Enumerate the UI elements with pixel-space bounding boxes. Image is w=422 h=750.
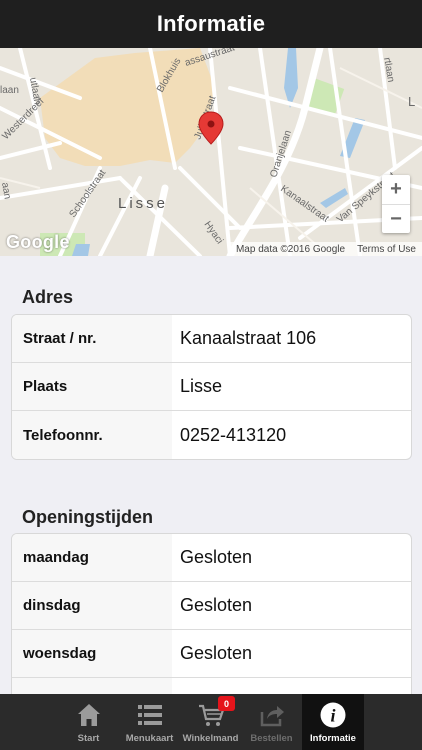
- address-table: Straat / nr. Kanaalstraat 106 Plaats Lis…: [11, 314, 412, 460]
- row-value: Gesloten: [180, 643, 253, 663]
- tab-label: Start: [77, 733, 100, 744]
- map-label: aan: [0, 182, 13, 200]
- terms-link[interactable]: Terms of Use: [357, 244, 416, 255]
- table-row: Plaats Lisse: [12, 363, 411, 411]
- tab-bar: Start Menukaart Winkelmand 0 Bestellen i…: [0, 694, 422, 750]
- map-label: Hyaci: [202, 219, 225, 246]
- tab-start[interactable]: Start: [58, 694, 119, 750]
- map-tiles[interactable]: utlaan laan Westerdreef aan Schoolstraat…: [0, 48, 422, 256]
- table-row: [12, 678, 411, 694]
- nav-bar: Informatie: [0, 0, 422, 48]
- tab-label: Winkelmand: [182, 733, 239, 744]
- home-icon: [77, 704, 100, 726]
- hours-section-title: Openingstijden: [22, 507, 154, 527]
- row-key: Telefoonnr.: [12, 411, 172, 459]
- map-label: laan: [0, 85, 19, 96]
- tab-label: Informatie: [310, 733, 356, 744]
- google-logo: Google: [6, 232, 70, 252]
- table-row[interactable]: Telefoonnr. 0252-413120: [12, 411, 411, 459]
- share-icon: [260, 706, 284, 727]
- zoom-in-button[interactable]: +: [382, 175, 410, 204]
- row-key: maandag: [12, 534, 172, 581]
- info-content[interactable]: Adres Straat / nr. Kanaalstraat 106 Plaa…: [0, 256, 422, 694]
- map-attribution: Map data ©2016 Google Terms of Use: [229, 242, 422, 256]
- table-row: dinsdag Gesloten: [12, 582, 411, 630]
- address-section-title: Adres: [22, 287, 74, 307]
- hours-table: maandag Gesloten dinsdag Gesloten woensd…: [11, 533, 412, 694]
- svg-text:i: i: [330, 706, 335, 726]
- table-row: woensdag Gesloten: [12, 630, 411, 678]
- row-key: woensdag: [12, 630, 172, 677]
- zoom-control: + −: [382, 175, 410, 233]
- tab-label: Bestellen: [250, 733, 293, 744]
- tab-bestellen[interactable]: Bestellen: [241, 694, 302, 750]
- zoom-out-button[interactable]: −: [382, 205, 410, 234]
- row-value: Kanaalstraat 106: [180, 328, 317, 348]
- info-icon: i: [320, 702, 346, 728]
- row-key: dinsdag: [12, 582, 172, 629]
- table-row: maandag Gesloten: [12, 534, 411, 582]
- tab-informatie[interactable]: i Informatie: [302, 694, 364, 750]
- map-label: Schoolstraat: [67, 168, 108, 220]
- map-view[interactable]: utlaan laan Westerdreef aan Schoolstraat…: [0, 48, 422, 256]
- cart-count-badge: 0: [218, 696, 235, 711]
- row-value: Lisse: [180, 376, 223, 396]
- row-value: [172, 678, 411, 694]
- tab-menukaart[interactable]: Menukaart: [119, 694, 180, 750]
- map-label: L: [408, 94, 415, 109]
- tab-winkelmand[interactable]: Winkelmand 0: [180, 694, 241, 750]
- row-value: Gesloten: [180, 595, 253, 615]
- row-key: Plaats: [12, 363, 172, 410]
- map-city-label: Lisse: [118, 195, 168, 212]
- table-row: Straat / nr. Kanaalstraat 106: [12, 315, 411, 363]
- map-data-text: Map data ©2016 Google: [235, 243, 346, 255]
- row-key: [12, 678, 172, 694]
- tab-label: Menukaart: [125, 733, 174, 744]
- list-icon: [137, 705, 162, 725]
- page-title: Informatie: [156, 11, 266, 36]
- row-key: Straat / nr.: [12, 315, 172, 362]
- row-value: Gesloten: [180, 547, 253, 567]
- phone-value[interactable]: 0252-413120: [172, 411, 411, 459]
